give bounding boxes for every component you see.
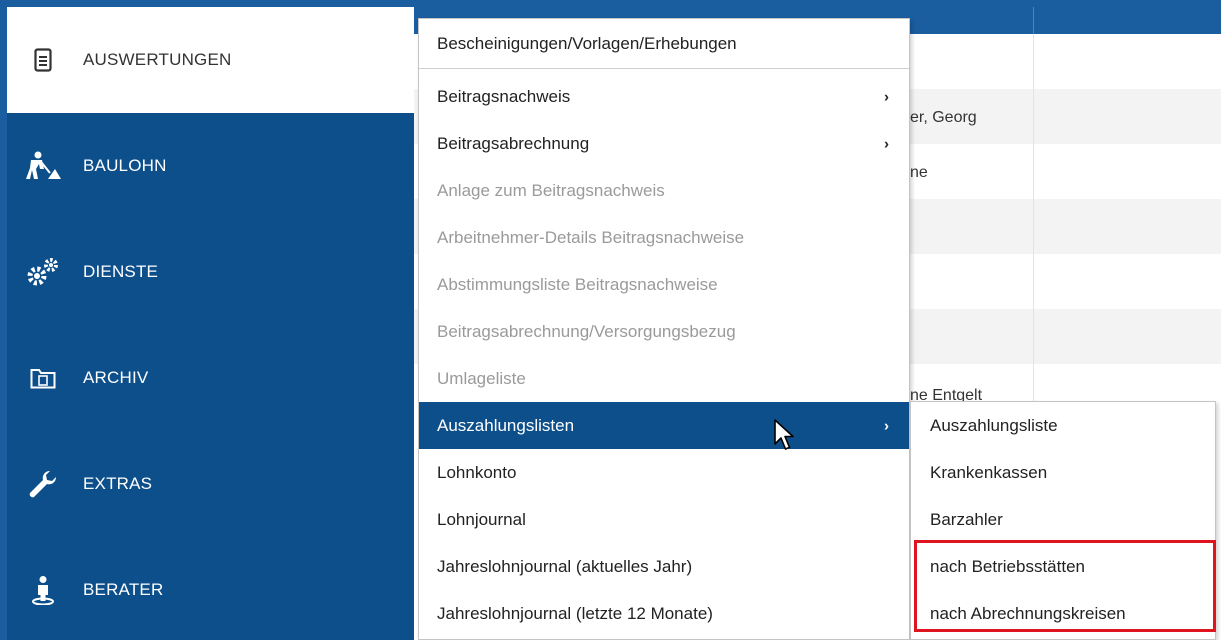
advisor-icon <box>23 570 63 610</box>
sidebar-item-label: DIENSTE <box>83 262 159 281</box>
sidebar-item-archiv[interactable]: ARCHIV <box>7 325 414 431</box>
menu-item-arbeitnehmer-details: Arbeitnehmer-Details Beitragsnachweise <box>419 214 909 261</box>
sidebar-item-label: BERATER <box>83 580 164 599</box>
mouse-cursor-icon <box>774 419 794 450</box>
submenu-item-label: Auszahlungsliste <box>930 415 1058 435</box>
menu-item-lohnjournal[interactable]: Lohnjournal <box>419 496 909 543</box>
window-left-border <box>0 0 7 640</box>
table-cell: er, Georg <box>910 109 977 126</box>
submenu-item-label: Barzahler <box>930 509 1003 529</box>
menu-item-label: Bescheinigungen/Vorlagen/Erhebungen <box>437 33 737 53</box>
gears-icon <box>23 252 63 292</box>
sidebar-item-dienste[interactable]: DIENSTE <box>7 219 414 325</box>
sidebar-item-label: BAULOHN <box>83 156 167 175</box>
sidebar-item-extras[interactable]: EXTRAS <box>7 431 414 537</box>
menu-item-jahreslohnjournal-aktuell[interactable]: Jahreslohnjournal (aktuelles Jahr) <box>419 543 909 590</box>
wrench-icon <box>23 464 63 504</box>
construction-worker-icon <box>23 146 63 186</box>
menu-item-label: Lohnkonto <box>437 462 517 482</box>
chevron-right-icon: › <box>884 135 889 152</box>
submenu-item-label: Krankenkassen <box>930 462 1048 482</box>
sidebar-item-label: AUSWERTUNGEN <box>83 50 232 69</box>
menu-item-bescheinigungen[interactable]: Bescheinigungen/Vorlagen/Erhebungen <box>419 19 909 69</box>
menu-item-beitragsabrechnung[interactable]: Beitragsabrechnung › <box>419 120 909 167</box>
menu-item-label: Auszahlungslisten <box>437 415 575 435</box>
sidebar-item-auswertungen[interactable]: AUSWERTUNGEN <box>7 7 414 113</box>
menu-item-beitragsnachweis[interactable]: Beitragsnachweis › <box>419 73 909 120</box>
menu-item-anlage-beitragsnachweis: Anlage zum Beitragsnachweis <box>419 167 909 214</box>
submenu-item-barzahler[interactable]: Barzahler <box>911 496 1215 543</box>
sidebar-item-label: EXTRAS <box>83 474 153 493</box>
window-top-border <box>0 0 1221 7</box>
menu-item-umlageliste: Umlageliste <box>419 355 909 402</box>
document-icon <box>23 40 63 80</box>
menu-item-abstimmungsliste: Abstimmungsliste Beitragsnachweise <box>419 261 909 308</box>
sidebar-item-label: ARCHIV <box>83 368 149 387</box>
menu-item-label: Jahreslohnjournal (aktuelles Jahr) <box>437 556 693 576</box>
annotation-highlight-box <box>914 540 1216 632</box>
menu-item-auszahlungslisten[interactable]: Auszahlungslisten › <box>419 402 909 449</box>
menu-item-label: Beitragsabrechnung/Versorgungsbezug <box>437 321 736 341</box>
menu-item-jahreslohnjournal-12-monate[interactable]: Jahreslohnjournal (letzte 12 Monate) <box>419 590 909 637</box>
table-cell: ne <box>910 164 928 181</box>
auswertungen-menu: Bescheinigungen/Vorlagen/Erhebungen Beit… <box>418 18 910 640</box>
table-header-separator <box>1033 7 1034 34</box>
menu-item-label: Umlageliste <box>437 368 526 388</box>
submenu-item-krankenkassen[interactable]: Krankenkassen <box>911 449 1215 496</box>
chevron-right-icon: › <box>884 417 889 434</box>
menu-item-label: Jahreslohnjournal (letzte 12 Monate) <box>437 603 713 623</box>
menu-item-label: Abstimmungsliste Beitragsnachweise <box>437 274 718 294</box>
menu-item-label: Lohnjournal <box>437 509 526 529</box>
submenu-item-auszahlungsliste[interactable]: Auszahlungsliste <box>911 402 1215 449</box>
menu-item-lohnkonto[interactable]: Lohnkonto <box>419 449 909 496</box>
menu-item-label: Anlage zum Beitragsnachweis <box>437 180 665 200</box>
folder-icon <box>23 358 63 398</box>
sidebar-item-berater[interactable]: BERATER <box>7 537 414 640</box>
menu-item-label: Arbeitnehmer-Details Beitragsnachweise <box>437 227 745 247</box>
chevron-right-icon: › <box>884 88 889 105</box>
sidebar: AUSWERTUNGEN BAULOHN DIENSTE ARCHIV EXTR… <box>7 7 414 640</box>
menu-item-label: Beitragsabrechnung <box>437 133 590 153</box>
menu-item-label: Beitragsnachweis <box>437 86 571 106</box>
menu-item-beitragsabrechnung-versorgungsbezug: Beitragsabrechnung/Versorgungsbezug <box>419 308 909 355</box>
sidebar-item-baulohn[interactable]: BAULOHN <box>7 113 414 219</box>
